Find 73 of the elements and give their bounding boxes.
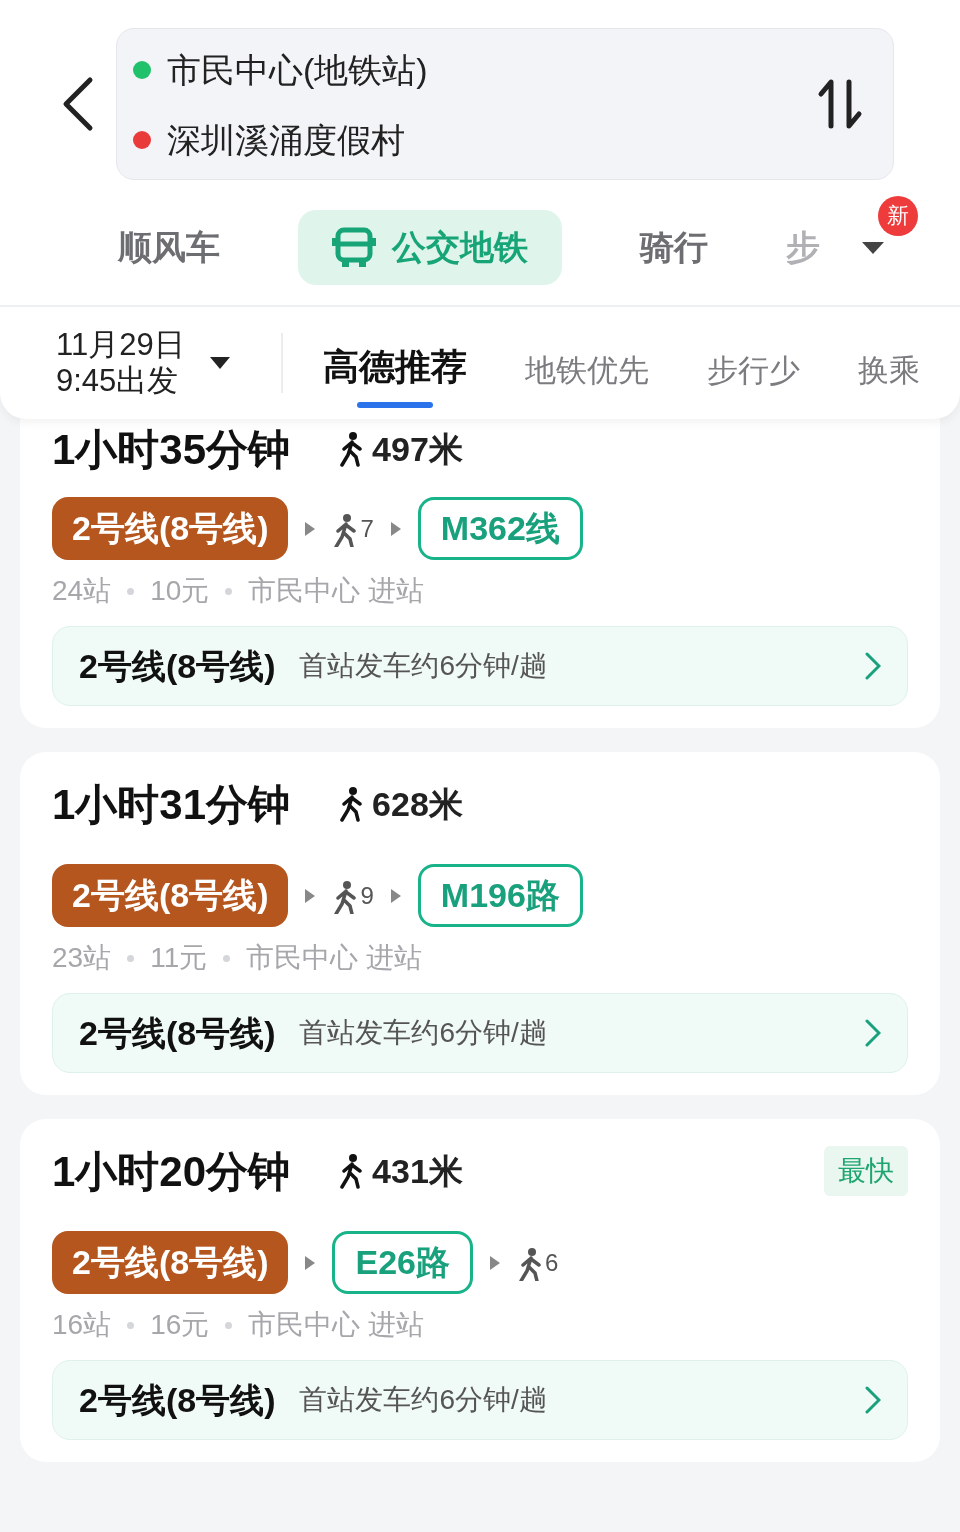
arrow-icon <box>488 1254 501 1271</box>
separator-dot <box>127 587 135 595</box>
location-dot <box>133 131 151 149</box>
sort-tab[interactable]: 换乘 <box>857 347 920 408</box>
walking-person-icon <box>338 431 365 467</box>
walk-minutes: 7 <box>360 513 374 544</box>
arrow-icon <box>304 887 317 904</box>
arrow-icon <box>389 887 402 904</box>
chevron-right-icon <box>865 652 881 680</box>
bus-line-tag: M196路 <box>417 864 583 927</box>
walking-person-icon <box>332 512 357 547</box>
fare-text: 10元 <box>150 574 210 608</box>
fare-text: 16元 <box>150 1308 210 1342</box>
frequency-text: 首站发车约6分钟/趟 <box>299 649 547 683</box>
frequency-text: 首站发车约6分钟/趟 <box>299 1383 547 1417</box>
mode-tab[interactable]: 骑行 <box>606 210 742 285</box>
metro-line-tag: 2号线(8号线) <box>52 1231 289 1294</box>
sort-tab[interactable]: 地铁优先 <box>524 347 649 408</box>
dropdown-icon <box>208 356 231 370</box>
walk-minutes: 6 <box>544 1247 559 1278</box>
arrow-icon <box>389 520 402 537</box>
bus-icon <box>332 225 376 270</box>
separator-dot <box>127 954 135 962</box>
mode-tab[interactable]: 顺风车 <box>84 210 254 285</box>
line-detail-row[interactable]: 2号线(8号线) 首站发车约6分钟/趟 <box>52 993 908 1073</box>
chevron-right-icon <box>865 1386 881 1414</box>
walking-distance: 497米 <box>372 428 463 470</box>
arrow-icon <box>304 1254 317 1271</box>
arrow-icon <box>304 520 317 537</box>
duration-text: 1小时35分钟 <box>52 424 291 475</box>
bus-line-tag: E26路 <box>332 1231 473 1294</box>
walking-distance: 431米 <box>372 1150 463 1192</box>
fare-text: 11元 <box>150 941 208 975</box>
swap-icon <box>817 78 863 130</box>
walking-person-icon <box>338 786 365 822</box>
stop-count: 24站 <box>52 574 112 608</box>
line-detail-row[interactable]: 2号线(8号线) 首站发车约6分钟/趟 <box>52 1360 908 1440</box>
walking-person-icon <box>332 879 357 914</box>
departure-time-button[interactable]: 11月29日 9:45出发 <box>56 327 231 399</box>
bus-line-tag: M362线 <box>417 497 583 560</box>
duration-text: 1小时20分钟 <box>52 1146 291 1197</box>
line-name: 2号线(8号线) <box>79 1012 276 1054</box>
sort-tab[interactable]: 步行少 <box>706 347 800 408</box>
stop-count: 16站 <box>52 1308 112 1342</box>
separator-dot <box>127 1321 135 1329</box>
entrance-text: 市民中心 进站 <box>248 574 425 608</box>
entrance-text: 市民中心 进站 <box>248 1308 425 1342</box>
new-badge: 新 <box>878 195 918 236</box>
duration-text: 1小时31分钟 <box>52 779 291 830</box>
destination-field[interactable]: 深圳溪涌度假村 <box>167 114 405 166</box>
walking-distance: 628米 <box>372 783 463 825</box>
line-name: 2号线(8号线) <box>79 1379 276 1421</box>
route-card[interactable]: 1小时31分钟 628米 2号线(8号线) 9 M196路 23站 11元 市民中心 进站 2号线(8号线) 首站发车约6分钟/趟 <box>20 752 940 1095</box>
origin-field[interactable]: 市民中心(地铁站) <box>167 44 428 96</box>
separator-dot <box>223 954 231 962</box>
sort-tab[interactable]: 高德推荐 <box>322 340 467 408</box>
fastest-tag: 最快 <box>824 1146 908 1196</box>
stop-count: 23站 <box>52 941 112 975</box>
line-name: 2号线(8号线) <box>79 645 276 687</box>
entrance-text: 市民中心 进站 <box>246 941 422 975</box>
location-dot <box>133 61 151 79</box>
route-card[interactable]: 1小时35分钟 497米 2号线(8号线) 7 M362线 24站 10元 市民中心 进站 2号线(8号线) 首站发车约6分钟/趟 <box>20 419 940 728</box>
walk-minutes: 9 <box>360 880 374 911</box>
walking-person-icon <box>338 1153 365 1189</box>
line-detail-row[interactable]: 2号线(8号线) 首站发车约6分钟/趟 <box>52 626 908 706</box>
route-card[interactable]: 1小时20分钟 431米 最快 2号线(8号线) E26路 6 16站 16元 市民中心 进站 2号线(8号线) 首站发车约6分钟/趟 <box>20 1119 940 1462</box>
metro-line-tag: 2号线(8号线) <box>52 864 289 927</box>
chevron-right-icon <box>865 1019 881 1047</box>
frequency-text: 首站发车约6分钟/趟 <box>299 1016 547 1050</box>
separator-dot <box>225 587 233 595</box>
metro-line-tag: 2号线(8号线) <box>52 497 289 560</box>
separator-dot <box>225 1321 233 1329</box>
walking-person-icon <box>516 1246 541 1281</box>
